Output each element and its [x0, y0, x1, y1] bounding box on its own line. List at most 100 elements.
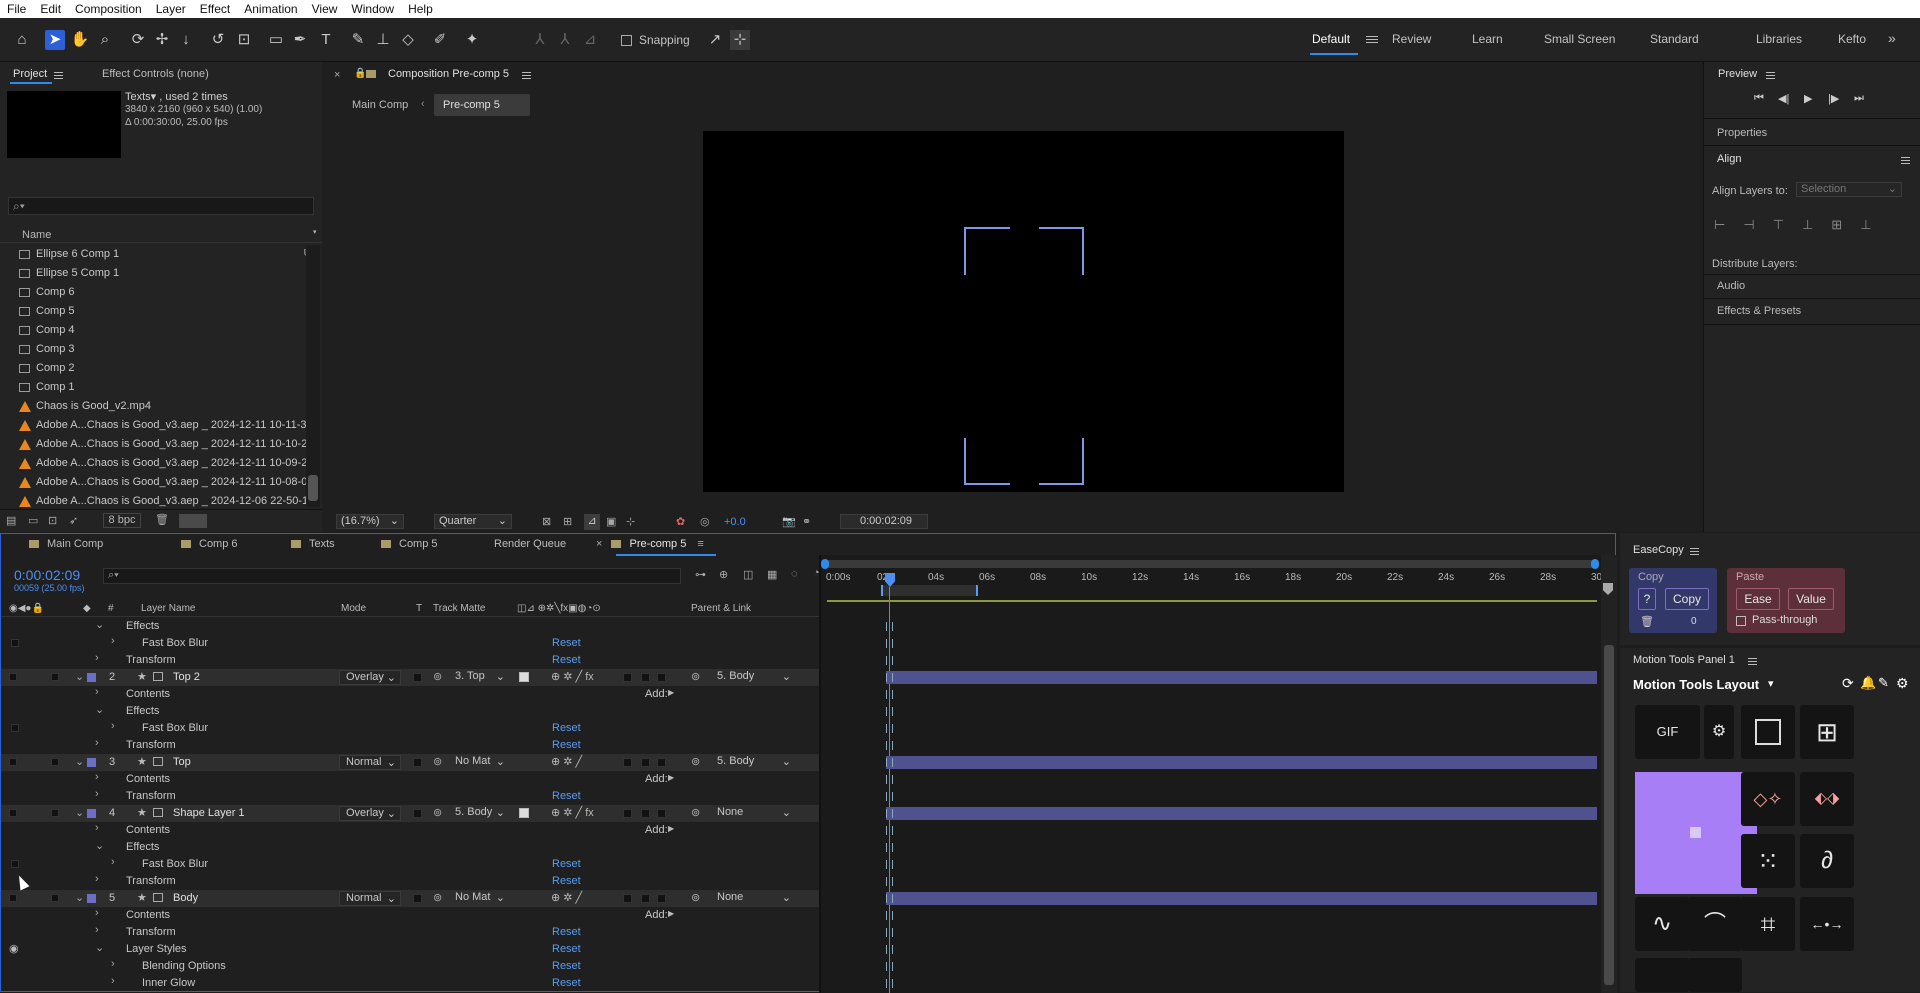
layer-row[interactable]: ⌄ 4 ★ Shape Layer 1 Overlay ⌄ ⊚ 5. Body ⌄ ⊕ ✲ ╱ f… — [1, 805, 821, 822]
mode-dropdown[interactable]: Normal ⌄ — [339, 755, 401, 770]
align-to-dropdown[interactable]: Selection ⌄ — [1796, 182, 1902, 197]
reset-link[interactable]: Reset — [552, 654, 581, 666]
reset-link[interactable]: Reset — [552, 977, 581, 989]
timeline-tab[interactable]: Comp 5 — [381, 538, 438, 554]
timeline-search-input[interactable]: ⌕▾ — [103, 568, 681, 584]
eraser-icon[interactable]: ◇ — [398, 30, 418, 50]
property-row[interactable]: ⌄ Layer Styles Reset ◉ — [1, 941, 821, 958]
workspace-review[interactable]: Review — [1392, 32, 1431, 46]
expand-chevron-icon[interactable]: ⌄ — [75, 670, 84, 683]
hand-tool-icon[interactable]: ✋ — [70, 30, 90, 50]
shy-icon[interactable]: ◫ — [743, 568, 753, 581]
first-frame-icon[interactable]: ⏮ — [1754, 92, 1764, 105]
reset-link[interactable]: Reset — [552, 926, 581, 938]
eye-icon[interactable]: ◉ — [9, 942, 19, 955]
layer-row[interactable]: ⌄ 2 ★ Top 2 Overlay ⌄ ⊚ 3. Top ⌄ ⊕ ✲ ╱ fx ⊚ 5. Body… — [1, 669, 821, 686]
col-mode[interactable]: Mode — [341, 603, 366, 614]
dots-grid-icon[interactable]: ⁙ — [1741, 834, 1795, 888]
channel-icon[interactable]: ✿ — [676, 515, 685, 528]
anchor-cell[interactable] — [1675, 852, 1717, 894]
effect-switch[interactable] — [11, 860, 19, 868]
add-menu-icon[interactable]: ▶ — [668, 824, 674, 833]
menu-composition[interactable]: Composition — [68, 2, 149, 16]
video-switch[interactable] — [9, 758, 17, 766]
solo-switch[interactable] — [51, 673, 59, 681]
switch-box[interactable] — [623, 673, 632, 682]
label-icon[interactable]: ◆ — [83, 603, 91, 614]
axis-view-icon[interactable]: ⊿ — [580, 30, 600, 50]
av-switches-icon[interactable]: ◉◀●🔒 — [9, 603, 44, 614]
property-row[interactable]: ⌄ Effects — [1, 703, 821, 720]
project-item[interactable]: Comp 5 — [0, 302, 306, 321]
reset-link[interactable]: Reset — [552, 875, 581, 887]
property-row[interactable]: › Fast Box Blur Reset — [1, 720, 821, 737]
work-area-bar[interactable] — [821, 559, 1599, 569]
properties-title[interactable]: Properties — [1717, 127, 1767, 139]
matte-pickwhip-icon[interactable]: ⊚ — [433, 891, 442, 904]
col-num[interactable]: # — [108, 603, 114, 614]
expand-chevron-icon[interactable]: › — [111, 958, 115, 970]
property-row[interactable]: › Transform Reset — [1, 737, 821, 754]
property-row[interactable]: › Blending Options Reset — [1, 958, 821, 975]
expand-chevron-icon[interactable]: › — [95, 924, 99, 936]
axis-world-icon[interactable]: ⅄ — [555, 30, 575, 50]
breadcrumb-pre-comp[interactable]: Pre-comp 5 — [434, 94, 530, 116]
anchor-box-icon[interactable] — [1741, 705, 1795, 759]
trash-icon[interactable]: 🗑 — [155, 513, 169, 526]
menu-animation[interactable]: Animation — [237, 2, 304, 16]
align-menu-icon[interactable] — [1901, 157, 1910, 158]
menu-effect[interactable]: Effect — [193, 2, 237, 16]
video-switch[interactable] — [9, 809, 17, 817]
project-item[interactable]: Ellipse 6 Comp 1 — [0, 245, 306, 264]
switches-icons[interactable]: ◫⊿ ⊕✲╲fx▣◍◔⊙ — [517, 603, 601, 614]
parent-dropdown[interactable]: 5. Body ⌄ — [713, 670, 793, 685]
switch-box[interactable] — [657, 894, 666, 903]
type-tool-icon[interactable]: T — [316, 30, 336, 50]
project-item[interactable]: Comp 1 — [0, 378, 306, 397]
workspace-kefto[interactable]: Kefto — [1838, 32, 1866, 46]
breadcrumb-main-comp[interactable]: Main Comp — [352, 99, 408, 111]
track-matte-dropdown[interactable]: No Mat ⌄ — [451, 755, 507, 770]
label-color[interactable] — [87, 673, 96, 682]
timeline-tab[interactable]: Comp 6 — [181, 538, 238, 554]
pass-through-checkbox[interactable] — [1736, 616, 1746, 626]
expand-chevron-icon[interactable]: ⌄ — [95, 618, 104, 631]
switch-box[interactable] — [641, 809, 650, 818]
menu-help[interactable]: Help — [401, 2, 440, 16]
property-row[interactable]: › Contents Add: ▶ — [1, 822, 821, 839]
gif-button[interactable]: GIF — [1635, 705, 1700, 759]
property-row[interactable]: › Contents Add: ▶ — [1, 907, 821, 924]
new-folder-icon[interactable]: ▭ — [28, 514, 38, 527]
exposure-value[interactable]: +0.0 — [724, 516, 746, 528]
timeline-timecode[interactable]: 0:00:02:09 — [14, 567, 80, 583]
motion-tools-menu-icon[interactable] — [1748, 658, 1757, 659]
property-row[interactable]: › Transform Reset — [1, 788, 821, 805]
switch-box[interactable] — [657, 758, 666, 767]
project-search-input[interactable]: ⌕▾ — [8, 197, 314, 215]
workspace-standard[interactable]: Standard — [1650, 32, 1699, 46]
track-matte-dropdown[interactable]: 3. Top ⌄ — [451, 670, 507, 685]
reset-link[interactable]: Reset — [552, 637, 581, 649]
anchor-cell[interactable] — [1635, 852, 1677, 894]
pen-tool-icon[interactable]: ✒ — [290, 30, 310, 50]
mode-dropdown[interactable]: Overlay ⌄ — [339, 670, 401, 685]
workspace-default[interactable]: Default — [1312, 32, 1350, 46]
expand-chevron-icon[interactable]: ⌄ — [95, 941, 104, 954]
workspace-learn[interactable]: Learn — [1472, 32, 1503, 46]
workspace-more-icon[interactable]: » — [1888, 30, 1896, 46]
layer-switches[interactable]: ⊕ ✲ ╱ — [551, 755, 582, 768]
show-snapshot-icon[interactable]: ⚭ — [802, 515, 811, 528]
settings-gear-icon[interactable]: ⚙ — [1896, 675, 1909, 692]
viewer-timecode[interactable]: 0:00:02:09 — [840, 514, 928, 529]
snap-feature-icon[interactable]: ⊹ — [730, 30, 750, 50]
parent-pickwhip-icon[interactable]: ⊚ — [691, 755, 700, 768]
close-tab-icon[interactable]: × — [596, 538, 605, 550]
project-item[interactable]: Comp 4 — [0, 321, 306, 340]
tool-more-1[interactable] — [1635, 958, 1689, 992]
project-item[interactable]: Adobe A...Chaos is Good_v3.aep _ 2024-12… — [0, 492, 314, 507]
layer-name[interactable]: Top 2 — [173, 671, 200, 683]
col-layer-name[interactable]: Layer Name — [141, 603, 195, 614]
render-icon[interactable]: ➶ — [69, 514, 78, 527]
project-item[interactable]: Adobe A...Chaos is Good_v3.aep _ 2024-12… — [0, 435, 313, 454]
expand-chevron-icon[interactable]: › — [95, 771, 99, 783]
